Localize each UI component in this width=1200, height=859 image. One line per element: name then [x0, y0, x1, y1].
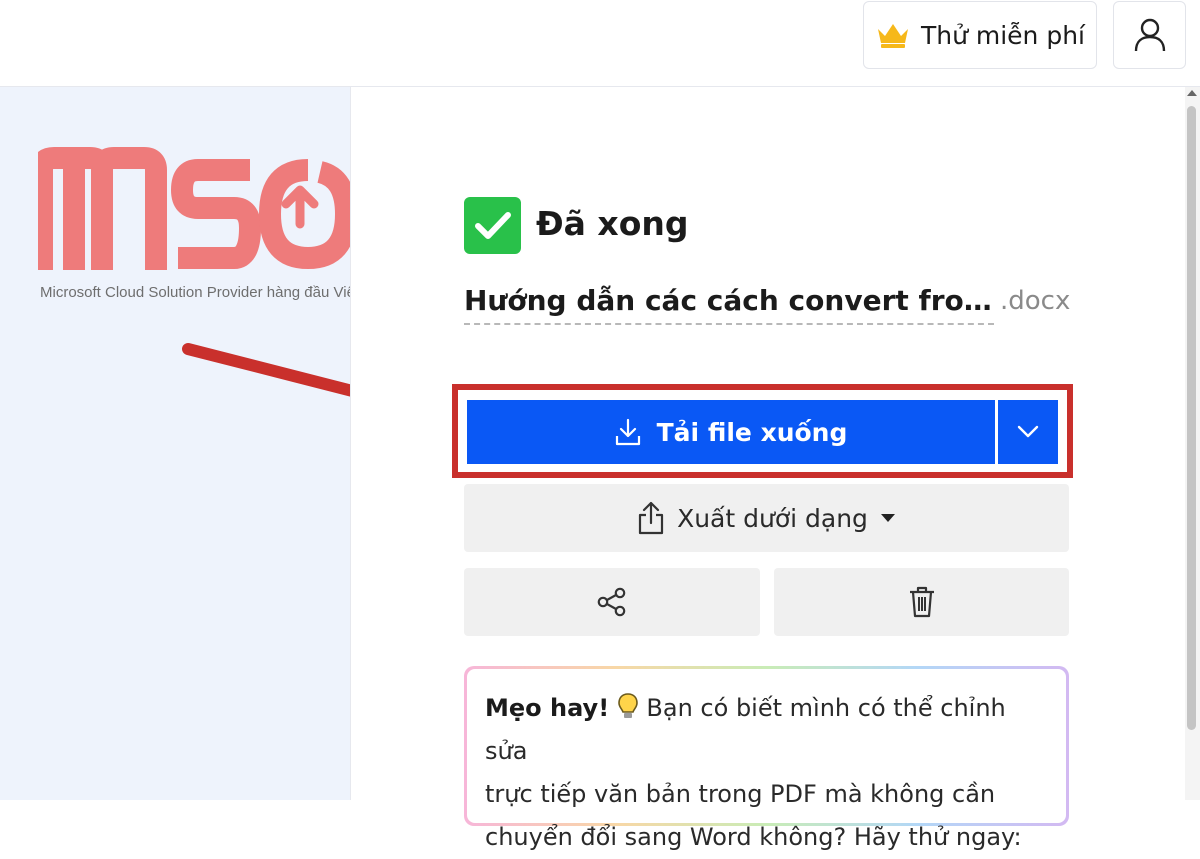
scrollbar-thumb[interactable]	[1187, 106, 1196, 730]
crown-icon	[877, 24, 908, 48]
try-free-label: Thử miễn phí	[920, 20, 1086, 50]
export-icon	[638, 501, 664, 535]
tip-line: chuyển đổi sang Word không? Hãy thử ngay…	[485, 823, 1022, 851]
download-options-button[interactable]	[996, 400, 1058, 464]
status-label: Đã xong	[536, 204, 689, 243]
user-account-button[interactable]	[1113, 1, 1186, 69]
try-free-button[interactable]: Thử miễn phí	[863, 1, 1097, 69]
download-icon	[615, 418, 640, 446]
logo-tagline: Microsoft Cloud Solution Provider hàng đ…	[40, 284, 395, 301]
file-extension: .docx	[1000, 286, 1071, 316]
lightbulb-icon	[617, 693, 638, 718]
download-button[interactable]: Tải file xuống	[467, 400, 995, 464]
share-button[interactable]	[464, 568, 760, 636]
file-name-field[interactable]: Hướng dẫn các cách convert from PDF to W…	[464, 284, 994, 325]
chevron-down-icon	[1017, 425, 1039, 438]
user-icon	[1134, 18, 1165, 52]
download-label: Tải file xuống	[656, 417, 848, 447]
tip-line: trực tiếp văn bản trong PDF mà không cần	[485, 780, 996, 808]
export-label: Xuất dưới dạng	[677, 503, 868, 533]
caret-down-icon	[880, 514, 895, 522]
scroll-up-arrow-icon[interactable]	[1187, 90, 1197, 96]
tip-card: Mẹo hay! Bạn có biết mình có thể chỉnh s…	[464, 666, 1069, 851]
tip-title: Mẹo hay!	[485, 694, 610, 722]
check-icon	[464, 197, 521, 254]
trash-icon	[909, 586, 934, 618]
export-as-button[interactable]: Xuất dưới dạng	[464, 484, 1069, 552]
share-icon	[597, 587, 626, 617]
top-header: Thử miễn phí	[0, 0, 1200, 87]
delete-button[interactable]	[774, 568, 1069, 636]
